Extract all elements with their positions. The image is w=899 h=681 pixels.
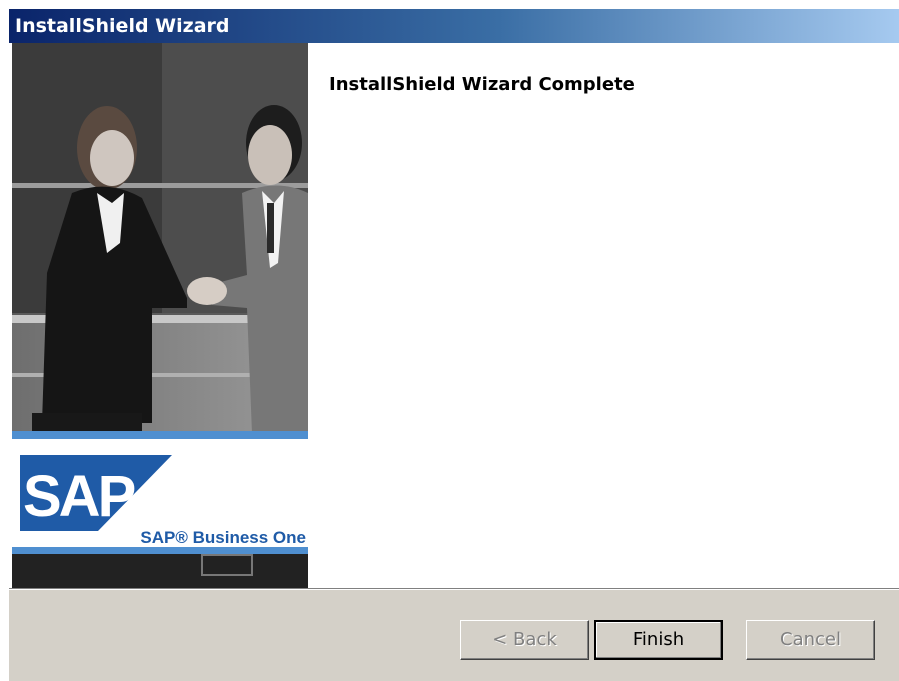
window-title: InstallShield Wizard [15, 15, 230, 37]
back-button[interactable]: < Back [460, 620, 589, 660]
wizard-content: SAP SAP® Business One InstallShield Wiza… [9, 43, 899, 588]
sap-business-one-banner-image: SAP SAP® Business One [12, 43, 308, 588]
title-bar: InstallShield Wizard [9, 9, 899, 43]
cancel-button[interactable]: Cancel [746, 620, 875, 660]
finish-button[interactable]: Finish [594, 620, 723, 660]
installshield-wizard-window: InstallShield Wizard SAP SAP® Business O… [8, 8, 899, 681]
business-handshake-photo: SAP SAP® Business One [12, 43, 308, 588]
sap-logo-text: SAP [23, 464, 135, 529]
page-heading: InstallShield Wizard Complete [329, 74, 635, 95]
product-name-text: SAP® Business One [140, 528, 306, 547]
footer-separator [9, 588, 899, 590]
